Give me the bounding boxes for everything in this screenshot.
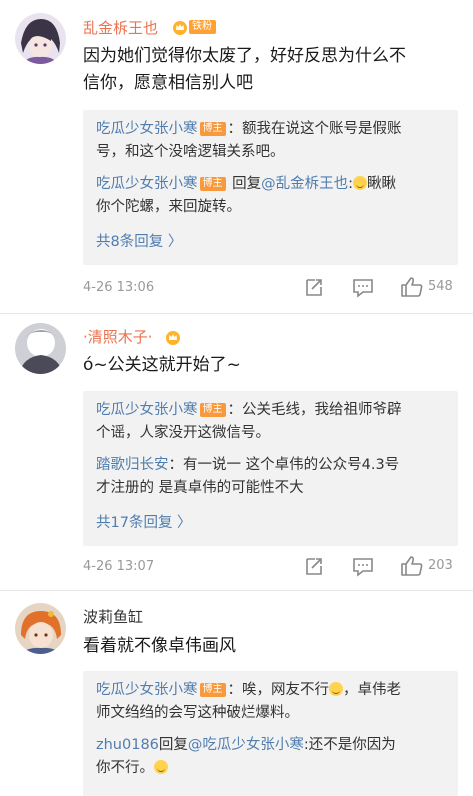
- reply-text: 你不行。: [96, 760, 154, 776]
- reply-author[interactable]: zhu0186: [96, 737, 159, 753]
- fan-badge-label: 铁粉: [189, 20, 216, 34]
- action-bar: 548: [296, 276, 466, 298]
- username[interactable]: 乱金柝王也: [83, 18, 158, 38]
- smile-emoji: [353, 176, 367, 190]
- reply-text: :还不是你因为: [303, 737, 396, 753]
- comment-text-line: 信你，愿意相信别人吧: [83, 73, 253, 93]
- reply-item[interactable]: zhu0186回复@吃瓜少女张小寒:还不是你因为 你不行。: [96, 734, 448, 780]
- username[interactable]: ·清照木子·: [83, 327, 153, 347]
- reply-author[interactable]: 吃瓜少女张小寒: [96, 682, 198, 698]
- share-icon[interactable]: [304, 555, 324, 577]
- reply-box[interactable]: 吃瓜少女张小寒 博主 ：唉，网友不行 ，卓伟老 师文绉绉的会写这种破烂爆料。 zhu0…: [83, 671, 458, 796]
- like-count: 203: [428, 558, 453, 573]
- reply-item[interactable]: 吃瓜少女张小寒 博主 ：额我在说这个账号是假账 号，和这个没啥逻辑关系吧。: [96, 118, 448, 164]
- reply-box[interactable]: 吃瓜少女张小寒 博主 ：额我在说这个账号是假账 号，和这个没啥逻辑关系吧。 吃瓜少女…: [83, 110, 458, 265]
- action-bar: 203: [296, 555, 466, 577]
- fan-badge: 铁粉: [172, 19, 216, 35]
- timestamp: 4-26 13:07: [83, 559, 155, 574]
- reply-text: 个谣，人家没开这微信号。: [96, 425, 270, 441]
- crown-icon: [166, 331, 180, 345]
- like-icon[interactable]: [400, 555, 424, 577]
- reply-text: ，卓伟老: [343, 682, 401, 698]
- reply-text: 号，和这个没啥逻辑关系吧。: [96, 144, 285, 160]
- comment-text: 看着就不像卓伟画风: [83, 633, 463, 660]
- reply-item[interactable]: 吃瓜少女张小寒 博主 ：唉，网友不行 ，卓伟老 师文绉绉的会写这种破烂爆料。: [96, 679, 448, 725]
- comment-1: 乱金柝王也 铁粉 因为她们觉得你太废了，好好反思为什么不 信你，愿意相信别人吧 …: [0, 0, 473, 313]
- mention-link[interactable]: @乱金柝王也: [261, 176, 348, 192]
- like-count: 548: [428, 279, 453, 294]
- reply-text: 你个陀螺，来回旋转。: [96, 199, 241, 215]
- comment-3: 波莉鱼缸 看着就不像卓伟画风 吃瓜少女张小寒 博主 ：唉，网友不行 ，卓伟老 师文绉绉…: [0, 591, 473, 796]
- avatar[interactable]: [15, 13, 66, 64]
- timestamp: 4-26 13:06: [83, 280, 155, 295]
- comment-text: 因为她们觉得你太废了，好好反思为什么不 信你，愿意相信别人吧: [83, 43, 463, 97]
- comment-text-line: 看着就不像卓伟画风: [83, 636, 236, 656]
- reply-word: 回复: [158, 737, 188, 753]
- reply-author[interactable]: 吃瓜少女张小寒: [96, 176, 198, 192]
- comment-text: ó~公关这就开始了~: [83, 352, 463, 379]
- host-badge: 博主: [199, 177, 226, 191]
- reply-text: 瞅瞅: [367, 176, 396, 192]
- more-replies-link[interactable]: 共8条回复 〉: [96, 232, 182, 252]
- smile-emoji: [329, 682, 343, 696]
- comment-icon[interactable]: [352, 276, 374, 298]
- reply-author[interactable]: 踏歌归长安: [96, 457, 169, 473]
- reply-item[interactable]: 吃瓜少女张小寒 博主 ：公关毛线，我给祖师爷辟 个谣，人家没开这微信号。: [96, 399, 448, 445]
- like-icon[interactable]: [400, 276, 424, 298]
- host-badge: 博主: [199, 403, 226, 417]
- avatar[interactable]: [15, 603, 66, 654]
- avatar[interactable]: [15, 323, 66, 374]
- reply-text: ：唉，网友不行: [227, 682, 330, 698]
- reply-text: 师文绉绉的会写这种破烂爆料。: [96, 705, 299, 721]
- comment-2: ·清照木子· ó~公关这就开始了~ 吃瓜少女张小寒 博主 ：公关毛线，我给祖师爷辟 …: [0, 314, 473, 590]
- reply-word: 回复: [227, 176, 262, 192]
- share-icon[interactable]: [304, 276, 324, 298]
- host-badge: 博主: [199, 683, 226, 697]
- reply-text: ：有一说一 这个卓伟的公众号4.3号: [168, 457, 400, 473]
- reply-text: ：公关毛线，我给祖师爷辟: [227, 402, 402, 418]
- reply-author[interactable]: 吃瓜少女张小寒: [96, 402, 198, 418]
- comment-icon[interactable]: [352, 555, 374, 577]
- reply-text: ：额我在说这个账号是假账: [227, 121, 402, 137]
- mention-link[interactable]: @吃瓜少女张小寒: [188, 737, 304, 753]
- smile-emoji: [154, 760, 168, 774]
- crown-icon: [173, 21, 187, 35]
- reply-box[interactable]: 吃瓜少女张小寒 博主 ：公关毛线，我给祖师爷辟 个谣，人家没开这微信号。 踏歌归长安…: [83, 391, 458, 546]
- more-replies-link[interactable]: 共17条回复 〉: [96, 513, 192, 533]
- reply-author[interactable]: 吃瓜少女张小寒: [96, 121, 198, 137]
- reply-item[interactable]: 踏歌归长安：有一说一 这个卓伟的公众号4.3号 才注册的 是真卓伟的可能性不大: [96, 454, 448, 500]
- username[interactable]: 波莉鱼缸: [83, 607, 143, 627]
- comment-text-line: 因为她们觉得你太废了，好好反思为什么不: [83, 46, 406, 66]
- host-badge: 博主: [199, 122, 226, 136]
- reply-item[interactable]: 吃瓜少女张小寒 博主 回复@乱金柝王也: 瞅瞅 你个陀螺，来回旋转。: [96, 173, 448, 219]
- comment-text-line: ó~公关这就开始了~: [83, 355, 241, 375]
- reply-text: 才注册的 是真卓伟的可能性不大: [96, 480, 304, 496]
